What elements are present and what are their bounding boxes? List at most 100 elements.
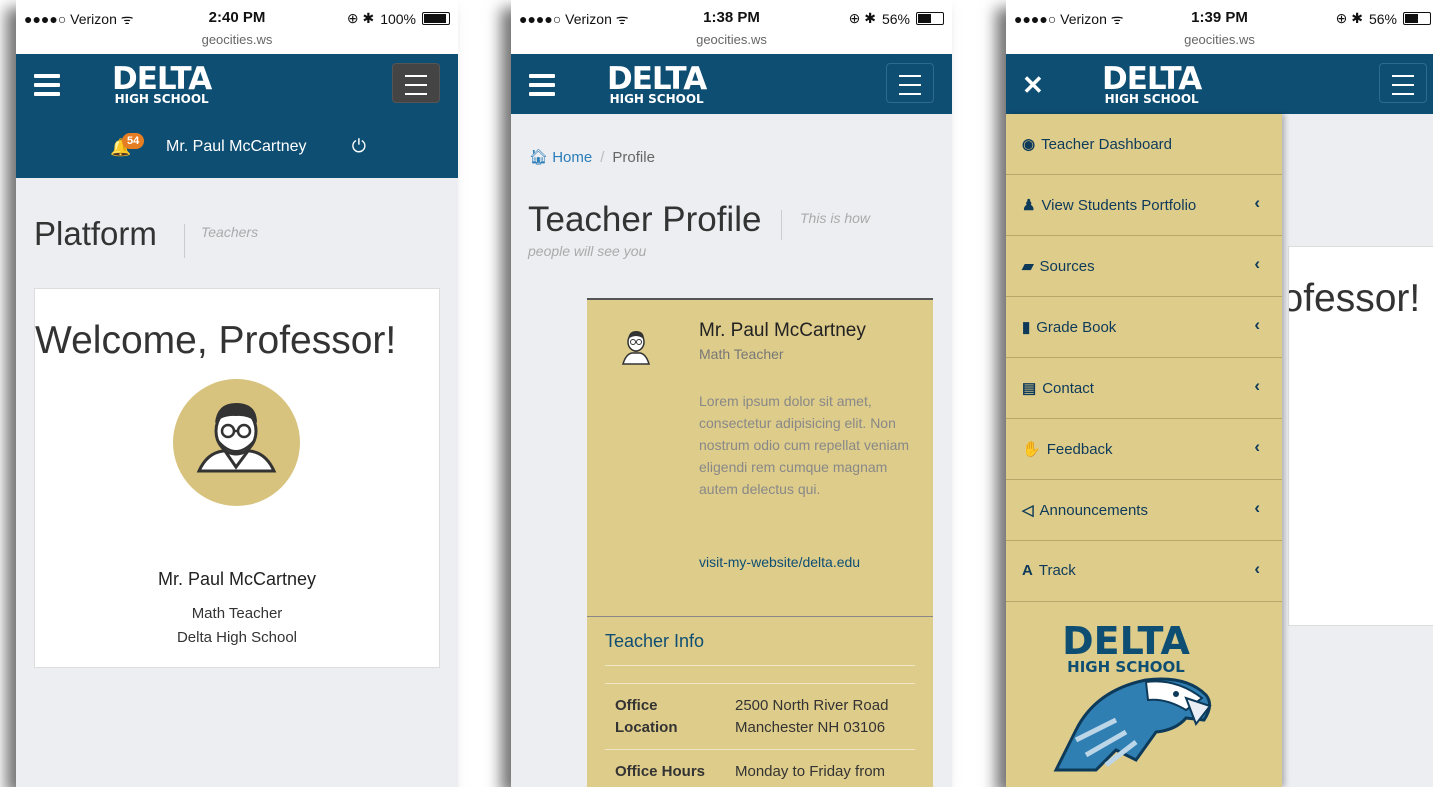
teacher-avatar xyxy=(173,379,300,506)
menu-item-text: Teacher Dashboard xyxy=(1041,136,1173,153)
logo-line2: HIGH SCHOOL xyxy=(1104,92,1199,106)
breadcrumb-home-link[interactable]: Home xyxy=(552,149,592,166)
background-card-clip: Welcome, Professor! Mr. Paul McCartney D… xyxy=(1289,247,1433,625)
contact-card-icon: ▤ xyxy=(1022,380,1037,397)
power-icon[interactable]: ⏻ xyxy=(352,136,366,157)
delta-logo[interactable]: DELTA HIGH SCHOOL xyxy=(607,64,707,106)
navbar-toggle-button[interactable] xyxy=(1379,63,1427,103)
delta-logo[interactable]: DELTA HIGH SCHOOL xyxy=(1102,61,1202,106)
logo-line1: DELTA xyxy=(112,61,212,97)
menu-item-text: Announcements xyxy=(1039,502,1148,519)
chevron-left-icon[interactable]: ‹ xyxy=(1254,437,1260,457)
eagle-logo-icon: DELTA HIGH SCHOOL xyxy=(1053,620,1212,772)
folder-icon: ▰ xyxy=(1022,258,1034,275)
thermometer-icon: ▮ xyxy=(1022,319,1031,336)
menu-item-label: ♟ View Students Portfolio xyxy=(1022,196,1196,214)
menu-item-text: View Students Portfolio xyxy=(1041,197,1197,214)
menu-item-text: Track xyxy=(1038,562,1076,579)
breadcrumb-current: Profile xyxy=(612,149,655,166)
page-subtitle: Teachers xyxy=(184,224,258,258)
office-hours-label: Office Hours xyxy=(615,763,706,780)
menu-item-label: ◉ Teacher Dashboard xyxy=(1022,135,1172,153)
teacher-bio: Lorem ipsum dolor sit amet, consectetur … xyxy=(699,393,910,497)
status-icons: ⊕ ✱ 56% xyxy=(849,10,944,27)
status-bar: ●●●●○ Verizon ᯤ 1:38 PM ⊕ ✱ 56% geocitie… xyxy=(511,0,952,54)
menu-item-label: ▰ Sources xyxy=(1022,257,1095,275)
menu-item[interactable]: ◁ Announcements ‹ xyxy=(1006,480,1282,541)
navbar-toggle-button[interactable] xyxy=(886,63,934,103)
welcome-heading: Welcome, Professor! xyxy=(35,319,397,362)
chevron-left-icon[interactable]: ‹ xyxy=(1254,315,1260,335)
menu-item[interactable]: ◉ Teacher Dashboard xyxy=(1006,114,1282,175)
battery-icon xyxy=(422,12,450,25)
menu-item[interactable]: ▤ Contact ‹ xyxy=(1006,358,1282,419)
teacher-school: Delta High School xyxy=(176,629,298,646)
menu-item[interactable]: A Track ‹ xyxy=(1006,541,1282,602)
phone-platform-screen: ●●●●○ Verizon ᯤ 2:40 PM ⊕ ✱ 100% geociti… xyxy=(16,0,458,787)
page-title: Teacher Profile xyxy=(528,200,762,239)
menu-item[interactable]: ✋ Feedback ‹ xyxy=(1006,419,1282,480)
menu-item[interactable]: ▰ Sources ‹ xyxy=(1006,236,1282,297)
hamburger-menu-icon[interactable] xyxy=(529,74,555,101)
user-bar: 🔔 54 Mr. Paul McCartney ⏻ xyxy=(16,114,458,178)
dashboard-icon: ◉ xyxy=(1022,136,1036,153)
menu-item-label: ◁ Announcements xyxy=(1022,501,1148,519)
divider xyxy=(605,665,915,666)
teacher-website-link[interactable]: visit-my-website/delta.edu xyxy=(699,554,860,570)
office-location-label: Office Location xyxy=(615,697,678,736)
battery-percent: 100% xyxy=(380,10,416,27)
teacher-info-panel: Teacher Info Office Location 2500 North … xyxy=(587,616,933,787)
home-icon[interactable]: 🏠︎ xyxy=(529,149,548,166)
navbar-toggle-button[interactable] xyxy=(392,63,440,103)
megaphone-icon: ◁ xyxy=(1022,502,1034,519)
delta-logo[interactable]: DELTA HIGH SCHOOL xyxy=(112,61,212,106)
logo-line1: DELTA xyxy=(1102,61,1202,97)
status-bar: ●●●●○ Verizon ᯤ 1:39 PM ⊕ ✱ 56% geocitie… xyxy=(1006,0,1433,54)
chevron-left-icon[interactable]: ‹ xyxy=(1254,498,1260,518)
menu-item-text: Grade Book xyxy=(1036,319,1117,336)
menu-item-label: ✋ Feedback xyxy=(1022,440,1113,458)
top-navbar: DELTA HIGH SCHOOL xyxy=(16,54,458,114)
battery-percent: 56% xyxy=(881,10,910,27)
menu-item[interactable]: ♟ View Students Portfolio ‹ xyxy=(1006,175,1282,236)
status-icons: ⊕ ✱ 100% xyxy=(347,10,450,27)
address-bar-url[interactable]: geocities.ws xyxy=(511,32,952,47)
chevron-left-icon[interactable]: ‹ xyxy=(1254,376,1260,396)
chevron-left-icon[interactable]: ‹ xyxy=(1254,193,1260,213)
teacher-info-title: Teacher Info xyxy=(605,631,705,651)
side-menu-list: ◉ Teacher Dashboard ♟ View Students Portfol… xyxy=(1006,114,1282,602)
status-icons: ⊕ ✱ 56% xyxy=(1336,10,1431,27)
phone-teacher-profile-screen: ●●●●○ Verizon ᯤ 1:38 PM ⊕ ✱ 56% geocitie… xyxy=(511,0,952,787)
menu-item-text: Sources xyxy=(1039,258,1095,275)
address-bar-url[interactable]: geocities.ws xyxy=(16,32,458,47)
font-icon: A xyxy=(1022,562,1033,579)
welcome-card: Welcome, Professor! Mr. Paul McCartney M… xyxy=(34,288,440,668)
address-bar-url[interactable]: geocities.ws xyxy=(1006,32,1433,47)
side-menu-drawer: ◉ Teacher Dashboard ♟ View Students Portfol… xyxy=(1006,114,1282,787)
teacher-name: Mr. Paul McCartney xyxy=(157,569,317,589)
menu-item-label: ▮ Grade Book xyxy=(1022,318,1116,336)
teacher-role: Math Teacher xyxy=(699,346,784,362)
drawer-logo-line2: HIGH SCHOOL xyxy=(1067,658,1185,676)
logo-line2: HIGH SCHOOL xyxy=(609,92,704,106)
close-icon[interactable]: ✕ xyxy=(1022,70,1044,101)
notification-badge[interactable]: 54 xyxy=(122,133,145,149)
background-welcome-fragment: ofessor! xyxy=(1289,277,1421,320)
hamburger-menu-icon[interactable] xyxy=(34,74,60,101)
teacher-avatar-icon xyxy=(196,403,277,473)
chevron-left-icon[interactable]: ‹ xyxy=(1254,254,1260,274)
page-subtitle: This is how xyxy=(781,210,870,240)
battery-icon xyxy=(1403,12,1431,25)
page-subtitle-continued: people will see you xyxy=(528,243,647,259)
divider xyxy=(605,683,915,684)
teacher-avatar-icon xyxy=(621,331,651,365)
status-bar: ●●●●○ Verizon ᯤ 2:40 PM ⊕ ✱ 100% geociti… xyxy=(16,0,458,54)
menu-item-label: ▤ Contact xyxy=(1022,379,1094,397)
user-icon: ♟ xyxy=(1022,197,1036,214)
office-location-value: 2500 North River Road Manchester NH 0310… xyxy=(735,697,889,736)
battery-icon xyxy=(916,12,944,25)
user-name[interactable]: Mr. Paul McCartney xyxy=(166,138,306,156)
chevron-left-icon[interactable]: ‹ xyxy=(1254,559,1260,579)
menu-item[interactable]: ▮ Grade Book ‹ xyxy=(1006,297,1282,358)
menu-item-label: A Track xyxy=(1022,562,1076,579)
